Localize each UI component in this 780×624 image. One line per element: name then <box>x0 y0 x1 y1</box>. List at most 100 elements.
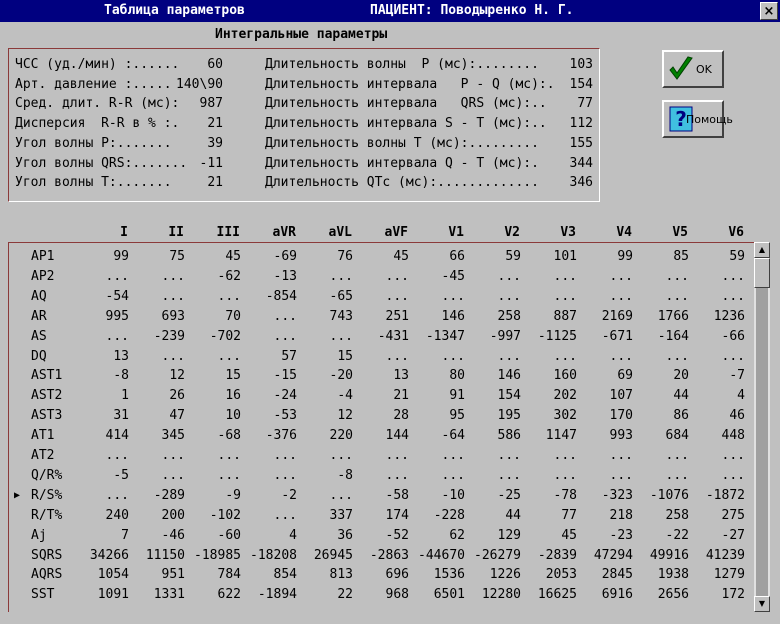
table-cell[interactable]: -1872 <box>685 486 745 506</box>
table-cell[interactable]: ... <box>685 347 745 367</box>
table-cell[interactable]: ... <box>237 466 297 486</box>
table-cell[interactable]: 1226 <box>461 565 521 585</box>
table-cell[interactable]: 258 <box>629 506 689 526</box>
table-cell[interactable]: ... <box>405 347 465 367</box>
table-cell[interactable]: ... <box>237 446 297 466</box>
table-cell[interactable]: 107 <box>573 386 633 406</box>
table-cell[interactable]: 1766 <box>629 307 689 327</box>
table-cell[interactable]: 854 <box>237 565 297 585</box>
table-cell[interactable]: -7 <box>685 366 745 386</box>
table-cell[interactable]: ... <box>461 347 521 367</box>
table-cell[interactable]: -376 <box>237 426 297 446</box>
table-cell[interactable]: 258 <box>461 307 521 327</box>
table-cell[interactable]: ... <box>517 347 577 367</box>
table-row[interactable]: AP1 99 75 45 -69 76 45 66 59 101 99 85 59 <box>9 247 754 267</box>
table-cell[interactable]: -4 <box>293 386 353 406</box>
table-cell[interactable]: 951 <box>125 565 185 585</box>
table-cell[interactable]: 696 <box>349 565 409 585</box>
table-cell[interactable]: -66 <box>685 327 745 347</box>
table-cell[interactable]: 684 <box>629 426 689 446</box>
table-cell[interactable]: ... <box>181 446 241 466</box>
table-cell[interactable]: 13 <box>349 366 409 386</box>
table-cell[interactable]: 251 <box>349 307 409 327</box>
table-cell[interactable]: 22 <box>293 585 353 605</box>
table-cell[interactable]: -671 <box>573 327 633 347</box>
table-cell[interactable]: -228 <box>405 506 465 526</box>
table-cell[interactable]: 4 <box>237 526 297 546</box>
table-cell[interactable]: -164 <box>629 327 689 347</box>
table-cell[interactable]: -27 <box>685 526 745 546</box>
table-cell[interactable]: ... <box>517 446 577 466</box>
table-cell[interactable]: 1054 <box>69 565 129 585</box>
table-cell[interactable]: 448 <box>685 426 745 446</box>
scroll-up-button[interactable]: ▲ <box>754 242 770 258</box>
table-cell[interactable]: -1894 <box>237 585 297 605</box>
table-cell[interactable]: 195 <box>461 406 521 426</box>
table-cell[interactable]: 12 <box>293 406 353 426</box>
table-cell[interactable]: 15 <box>181 366 241 386</box>
table-cell[interactable]: 693 <box>125 307 185 327</box>
table-cell[interactable]: ... <box>125 267 185 287</box>
vertical-scrollbar[interactable]: ▲ ▼ <box>754 242 770 612</box>
table-cell[interactable]: -64 <box>405 426 465 446</box>
table-row[interactable]: AS... -239 -702...... -431 -1347 -997 -1125 -67… <box>9 327 754 347</box>
table-cell[interactable]: 44 <box>461 506 521 526</box>
table-cell[interactable]: -289 <box>125 486 185 506</box>
table-cell[interactable]: ... <box>181 466 241 486</box>
table-cell[interactable]: 220 <box>293 426 353 446</box>
table-cell[interactable]: 11150 <box>125 546 185 566</box>
table-cell[interactable]: ... <box>573 466 633 486</box>
table-cell[interactable]: ... <box>629 446 689 466</box>
table-cell[interactable]: 13 <box>69 347 129 367</box>
table-cell[interactable]: ... <box>237 307 297 327</box>
table-cell[interactable]: 337 <box>293 506 353 526</box>
table-cell[interactable]: ... <box>685 466 745 486</box>
table-cell[interactable]: ... <box>405 466 465 486</box>
table-cell[interactable]: 202 <box>517 386 577 406</box>
table-cell[interactable]: 28 <box>349 406 409 426</box>
table-cell[interactable]: 31 <box>69 406 129 426</box>
table-cell[interactable]: 45 <box>181 247 241 267</box>
table-row[interactable]: R/T% 240 200 -102... 337 174 -228 44 77 218 258 275 <box>9 506 754 526</box>
table-row[interactable]: AST3 31 47 10 -53 12 28 95 195 302 170 86 46 <box>9 406 754 426</box>
table-cell[interactable]: 146 <box>461 366 521 386</box>
scroll-track[interactable] <box>756 288 768 596</box>
table-cell[interactable]: ... <box>293 486 353 506</box>
table-cell[interactable]: 21 <box>349 386 409 406</box>
table-cell[interactable]: 16625 <box>517 585 577 605</box>
table-cell[interactable]: 69 <box>573 366 633 386</box>
table-row[interactable]: AQRS 1054 951 784 854 813 696 1536 1226 2053 2845 1… <box>9 565 754 585</box>
table-cell[interactable]: 302 <box>517 406 577 426</box>
table-cell[interactable]: -854 <box>237 287 297 307</box>
table-cell[interactable]: ... <box>573 267 633 287</box>
table-cell[interactable]: -25 <box>461 486 521 506</box>
table-cell[interactable]: 47 <box>125 406 185 426</box>
table-cell[interactable]: 20 <box>629 366 689 386</box>
table-cell[interactable]: 1331 <box>125 585 185 605</box>
table-cell[interactable]: ... <box>517 466 577 486</box>
table-cell[interactable]: -323 <box>573 486 633 506</box>
table-cell[interactable]: -2839 <box>517 546 577 566</box>
table-cell[interactable]: 813 <box>293 565 353 585</box>
table-cell[interactable]: 80 <box>405 366 465 386</box>
table-cell[interactable]: -15 <box>237 366 297 386</box>
table-cell[interactable]: 70 <box>181 307 241 327</box>
table-cell[interactable]: ... <box>69 486 129 506</box>
table-cell[interactable]: -2863 <box>349 546 409 566</box>
table-cell[interactable]: ... <box>461 466 521 486</box>
table-cell[interactable]: 1147 <box>517 426 577 446</box>
table-cell[interactable]: 275 <box>685 506 745 526</box>
table-cell[interactable]: ... <box>573 347 633 367</box>
table-cell[interactable]: -1347 <box>405 327 465 347</box>
ok-button[interactable]: OK <box>662 50 724 88</box>
table-cell[interactable]: ... <box>125 347 185 367</box>
table-cell[interactable]: 218 <box>573 506 633 526</box>
table-cell[interactable]: -26279 <box>461 546 521 566</box>
table-cell[interactable]: -702 <box>181 327 241 347</box>
table-cell[interactable]: 44 <box>629 386 689 406</box>
table-cell[interactable]: 45 <box>349 247 409 267</box>
table-cell[interactable]: -1125 <box>517 327 577 347</box>
table-cell[interactable]: 2053 <box>517 565 577 585</box>
table-cell[interactable]: ... <box>69 267 129 287</box>
table-row[interactable]: AST1 -8 12 15 -15 -20 13 80 146 160 69 20 -7 <box>9 366 754 386</box>
